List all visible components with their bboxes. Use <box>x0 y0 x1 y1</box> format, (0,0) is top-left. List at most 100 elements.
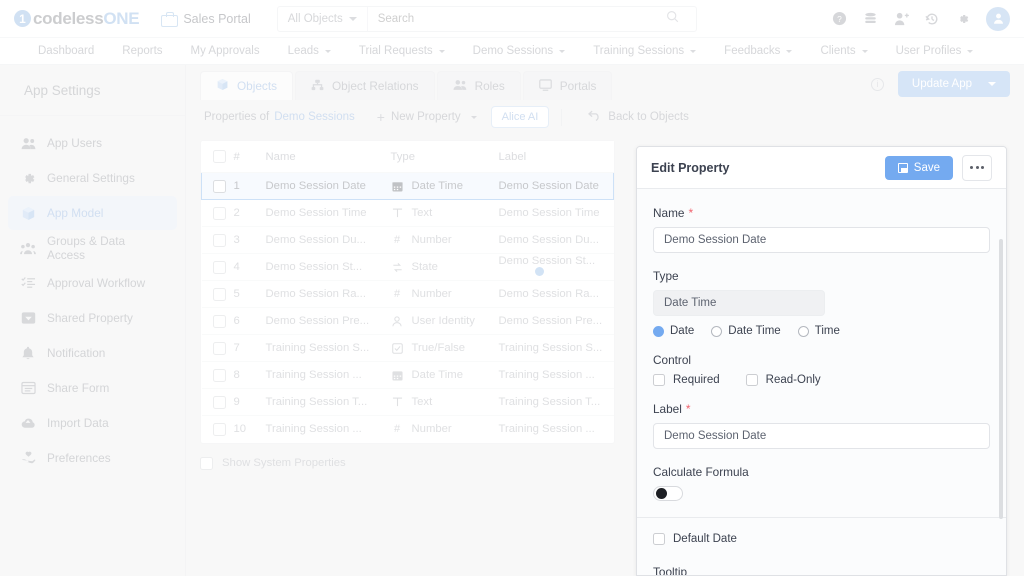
select-all-checkbox[interactable] <box>213 150 226 163</box>
checkbox-default-date[interactable]: Default Date <box>653 533 990 545</box>
row-checkbox[interactable] <box>213 261 226 274</box>
row-name: Demo Session Ra... <box>266 281 391 308</box>
header-type[interactable]: Type <box>391 141 499 173</box>
row-checkbox[interactable] <box>213 315 226 328</box>
gear-icon[interactable] <box>955 11 971 27</box>
calculate-formula-text: Calculate Formula <box>653 465 749 479</box>
header-number[interactable]: # <box>234 141 266 173</box>
row-checkbox-cell[interactable] <box>202 200 234 227</box>
nav-item-demo-sessions[interactable]: Demo Sessions <box>459 45 580 57</box>
row-checkbox-cell[interactable] <box>202 227 234 254</box>
search-input[interactable] <box>368 13 666 25</box>
sidebar-item-app-users[interactable]: App Users <box>8 126 177 160</box>
row-checkbox[interactable] <box>213 288 226 301</box>
row-checkbox[interactable] <box>213 342 226 355</box>
tab-roles[interactable]: Roles <box>437 71 521 100</box>
header-label[interactable]: Label <box>499 141 614 173</box>
portal-selector[interactable]: Sales Portal <box>161 12 250 26</box>
sidebar-item-preferences[interactable]: Preferences <box>8 441 177 475</box>
sidebar-item-general-settings[interactable]: General Settings <box>8 161 177 195</box>
update-app-button[interactable]: Update App <box>898 71 1010 97</box>
app-logo[interactable]: 1 codelessONE <box>14 9 139 29</box>
table-row[interactable]: 5 Demo Session Ra... #Number Demo Sessio… <box>202 281 614 308</box>
radio-date-time[interactable]: Date Time <box>711 325 780 337</box>
nav-item-user-profiles[interactable]: User Profiles <box>882 45 988 57</box>
back-to-objects-button[interactable]: Back to Objects <box>588 110 689 124</box>
row-checkbox[interactable] <box>213 396 226 409</box>
nav-label: Feedbacks <box>724 45 780 57</box>
calculate-formula-toggle[interactable] <box>653 486 683 501</box>
sidebar-item-shared-property[interactable]: Shared Property <box>8 301 177 335</box>
row-number: 10 <box>234 416 266 443</box>
history-icon[interactable] <box>924 11 940 27</box>
sidebar-item-app-model[interactable]: App Model <box>8 196 177 230</box>
row-checkbox-cell[interactable] <box>202 254 234 281</box>
row-checkbox-cell[interactable] <box>202 335 234 362</box>
tab-object-relations[interactable]: Object Relations <box>295 71 435 100</box>
row-checkbox[interactable] <box>213 180 226 193</box>
tab-objects[interactable]: Objects <box>200 71 293 100</box>
table-row[interactable]: 4 Demo Session St... State Demo Session … <box>202 254 614 281</box>
info-icon[interactable]: i <box>871 78 884 91</box>
nav-item-reports[interactable]: Reports <box>108 45 176 57</box>
table-row[interactable]: 7 Training Session S... True/False Train… <box>202 335 614 362</box>
row-checkbox-cell[interactable] <box>202 308 234 335</box>
user-avatar-icon[interactable] <box>986 7 1010 31</box>
sidebar-item-import-data[interactable]: Import Data <box>8 406 177 440</box>
row-checkbox-cell[interactable] <box>202 362 234 389</box>
table-row[interactable]: 9 Training Session T... Text Training Se… <box>202 389 614 416</box>
row-checkbox[interactable] <box>213 234 226 247</box>
sidebar-item-share-form[interactable]: Share Form <box>8 371 177 405</box>
table-row[interactable]: 1 Demo Session Date Date Time Demo Sessi… <box>202 173 614 200</box>
alice-ai-button[interactable]: Alice AI <box>491 106 550 128</box>
sidebar-item-groups-data-access[interactable]: Groups & Data Access <box>8 231 177 265</box>
table-row[interactable]: 6 Demo Session Pre... User Identity Demo… <box>202 308 614 335</box>
nav-item-clients[interactable]: Clients <box>806 45 881 57</box>
radio-time[interactable]: Time <box>798 325 840 337</box>
tooltip-label-text: Tooltip <box>653 565 687 576</box>
search-icon[interactable] <box>666 10 688 28</box>
help-icon[interactable]: ? <box>831 11 847 27</box>
database-icon[interactable] <box>862 11 878 27</box>
add-user-icon[interactable] <box>893 11 909 27</box>
row-checkbox-cell[interactable] <box>202 173 234 200</box>
checkbox-read-only[interactable]: Read-Only <box>746 374 821 386</box>
row-checkbox[interactable] <box>213 207 226 220</box>
new-property-button[interactable]: + New Property <box>377 110 477 124</box>
current-object-name[interactable]: Demo Sessions <box>274 111 355 123</box>
radio-date[interactable]: Date <box>653 325 694 337</box>
table-row[interactable]: 2 Demo Session Time Text Demo Session Ti… <box>202 200 614 227</box>
header-select-all[interactable] <box>202 141 234 173</box>
global-search-bar[interactable]: All Objects <box>277 6 697 32</box>
row-label: Training Session ... <box>499 362 614 389</box>
row-checkbox[interactable] <box>213 369 226 382</box>
panel-scrollbar[interactable] <box>999 239 1003 519</box>
table-row[interactable]: 8 Training Session ... Date Time Trainin… <box>202 362 614 389</box>
save-button[interactable]: Save <box>885 156 953 180</box>
nav-item-training-sessions[interactable]: Training Sessions <box>579 45 710 57</box>
show-system-properties-checkbox[interactable] <box>200 457 213 470</box>
label-input[interactable]: Demo Session Date <box>653 423 990 449</box>
sidebar-item-notification[interactable]: Notification <box>8 336 177 370</box>
table-row[interactable]: 10 Training Session ... #Number Training… <box>202 416 614 443</box>
table-row[interactable]: 3 Demo Session Du... #Number Demo Sessio… <box>202 227 614 254</box>
row-checkbox[interactable] <box>213 423 226 436</box>
nav-item-feedbacks[interactable]: Feedbacks <box>710 45 806 57</box>
nav-item-dashboard[interactable]: Dashboard <box>24 45 108 57</box>
nav-item-leads[interactable]: Leads <box>274 45 345 57</box>
tab-portals[interactable]: Portals <box>523 71 613 100</box>
sidebar-item-approval-workflow[interactable]: Approval Workflow <box>8 266 177 300</box>
header-name[interactable]: Name <box>266 141 391 173</box>
main-navigation-bar: Dashboard Reports My Approvals Leads Tri… <box>0 38 1024 65</box>
name-input[interactable]: Demo Session Date <box>653 227 990 253</box>
nav-item-my-approvals[interactable]: My Approvals <box>177 45 274 57</box>
checkbox-required[interactable]: Required <box>653 374 720 386</box>
more-options-button[interactable] <box>962 155 992 181</box>
edit-property-title: Edit Property <box>651 161 730 175</box>
nav-item-trial-requests[interactable]: Trial Requests <box>345 45 459 57</box>
search-scope-dropdown[interactable]: All Objects <box>278 7 368 31</box>
sidebar-item-label: Approval Workflow <box>47 276 145 290</box>
row-checkbox-cell[interactable] <box>202 416 234 443</box>
row-checkbox-cell[interactable] <box>202 281 234 308</box>
row-checkbox-cell[interactable] <box>202 389 234 416</box>
